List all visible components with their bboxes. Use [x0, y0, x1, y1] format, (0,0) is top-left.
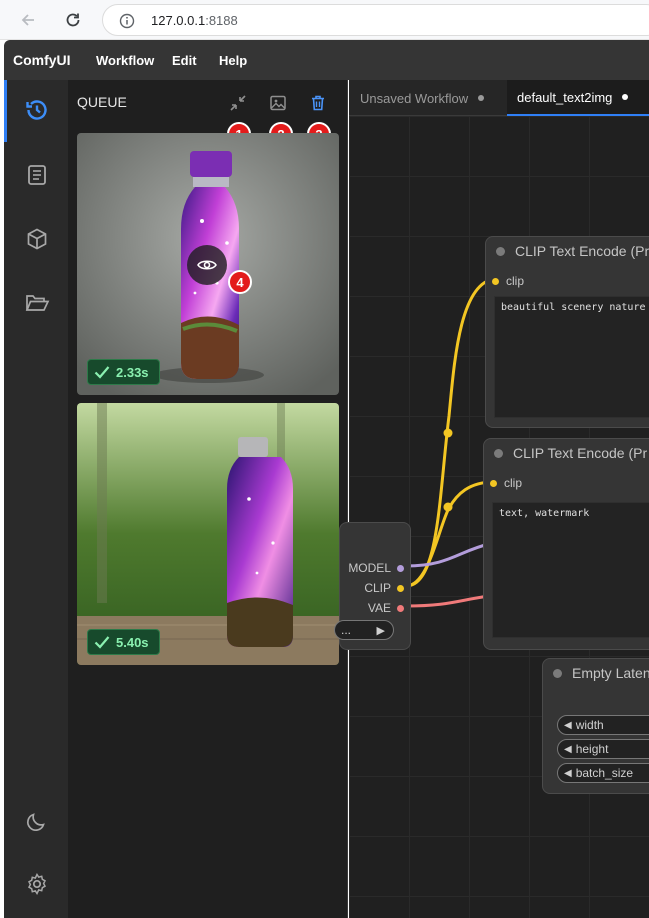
node-collapse-dot[interactable] — [496, 246, 505, 256]
arrow-right-icon[interactable]: ▶ — [377, 624, 385, 637]
slot-label: CLIP — [364, 581, 391, 595]
arrow-left-icon[interactable]: ◀ — [564, 744, 572, 755]
clip-text-encode-negative-node[interactable]: CLIP Text Encode (Pr clip text, watermar… — [483, 438, 649, 650]
prompt-textarea[interactable]: beautiful scenery nature glass — [494, 296, 649, 418]
widget-label: batch_size — [575, 766, 634, 780]
node-header[interactable]: CLIP Text Encode (Pr — [486, 237, 649, 265]
folder-open-icon[interactable] — [24, 290, 50, 316]
slot-label: VAE — [367, 601, 391, 615]
browser-toolbar: 127.0.0.1:8188 — [0, 0, 649, 40]
app-menubar: ComfyUI Workflow Edit Help — [4, 40, 649, 80]
node-collapse-dot[interactable] — [553, 668, 562, 678]
menu-workflow[interactable]: Workflow — [96, 53, 154, 68]
tab-default-text2img[interactable]: default_text2img — [507, 80, 649, 116]
input-clip[interactable]: clip — [490, 476, 522, 490]
address-bar[interactable]: 127.0.0.1:8188 — [102, 4, 649, 36]
menu-edit[interactable]: Edit — [172, 53, 197, 68]
checkpoint-loader-node[interactable]: MODEL CLIP VAE ... ▶ — [334, 522, 411, 650]
unsaved-dot — [622, 94, 629, 100]
widget-label: height — [575, 742, 609, 756]
sidebar-rail — [4, 80, 68, 918]
result-image-bottle-2 — [77, 403, 339, 665]
height-widget[interactable]: ◀ height — [557, 739, 649, 759]
slot-label: clip — [506, 274, 525, 288]
node-title: CLIP Text Encode (Pr — [513, 445, 648, 461]
reload-icon[interactable] — [61, 8, 85, 32]
slot-dot — [490, 479, 497, 487]
widget-label: width — [575, 718, 604, 732]
widget-value: ... — [341, 623, 352, 637]
output-model[interactable]: MODEL — [348, 561, 404, 575]
tab-label: Unsaved Workflow — [360, 90, 469, 106]
arrow-left-icon[interactable]: ◀ — [564, 720, 572, 731]
result-card[interactable]: 2.33s — [77, 133, 339, 395]
marker-4: 4 — [228, 270, 252, 294]
history-icon[interactable] — [24, 97, 50, 123]
ckpt-name-widget[interactable]: ... ▶ — [334, 620, 394, 640]
input-clip[interactable]: clip — [492, 274, 524, 288]
queue-title: QUEUE — [77, 94, 127, 110]
output-vae[interactable]: VAE — [368, 601, 404, 615]
empty-latent-node[interactable]: Empty Latent ◀ width ◀ height ◀ batch_si… — [542, 658, 649, 794]
moon-icon[interactable] — [24, 808, 50, 834]
slot-dot — [397, 564, 404, 572]
output-clip[interactable]: CLIP — [364, 581, 404, 595]
queue-panel: QUEUE 1 2 3 — [68, 80, 348, 918]
image-gallery-icon[interactable] — [267, 92, 289, 114]
slot-label: MODEL — [348, 561, 391, 575]
url-text: 127.0.0.1:8188 — [151, 13, 238, 28]
slot-dot — [492, 277, 499, 285]
result-card[interactable]: 5.40s — [77, 403, 339, 665]
width-widget[interactable]: ◀ width — [557, 715, 649, 735]
active-indicator — [4, 80, 7, 142]
node-header[interactable]: Empty Latent — [543, 659, 649, 687]
workflow-tabs: Unsaved Workflow default_text2img — [349, 80, 649, 116]
completion-time: 2.33s — [116, 364, 149, 380]
cube-icon[interactable] — [24, 226, 50, 252]
tab-unsaved-workflow[interactable]: Unsaved Workflow — [360, 80, 485, 116]
graph-canvas[interactable]: MODEL CLIP VAE ... ▶ CLIP Text Encode (P… — [334, 116, 649, 918]
collapse-icon[interactable] — [227, 92, 249, 114]
completion-time-badge: 5.40s — [87, 629, 160, 655]
clip-text-encode-positive-node[interactable]: CLIP Text Encode (Pr clip beautiful scen… — [485, 236, 649, 428]
batch-size-widget[interactable]: ◀ batch_size — [557, 763, 649, 783]
slot-dot — [397, 604, 404, 612]
check-icon — [94, 636, 110, 649]
menu-help[interactable]: Help — [219, 53, 247, 68]
app-logo: ComfyUI — [13, 52, 71, 68]
completion-time-badge: 2.33s — [87, 359, 160, 385]
trash-icon[interactable] — [307, 92, 329, 114]
node-collapse-dot[interactable] — [494, 448, 503, 458]
node-header[interactable]: CLIP Text Encode (Pr — [484, 439, 649, 467]
arrow-left-icon[interactable]: ◀ — [564, 768, 572, 779]
gear-icon[interactable] — [24, 871, 50, 897]
prompt-textarea[interactable]: text, watermark — [492, 502, 649, 638]
completion-time: 5.40s — [116, 634, 149, 650]
unsaved-dot — [478, 95, 485, 101]
preview-eye-button[interactable] — [187, 245, 227, 285]
slot-label: clip — [504, 476, 523, 490]
node-title: CLIP Text Encode (Pr — [515, 243, 649, 259]
back-arrow-icon[interactable] — [16, 8, 40, 32]
slot-dot — [397, 584, 404, 592]
check-icon — [94, 366, 110, 379]
tab-label: default_text2img — [517, 89, 613, 105]
node-title: Empty Latent — [572, 665, 649, 681]
site-info-icon[interactable] — [119, 13, 135, 34]
model-library-icon[interactable] — [24, 162, 50, 188]
